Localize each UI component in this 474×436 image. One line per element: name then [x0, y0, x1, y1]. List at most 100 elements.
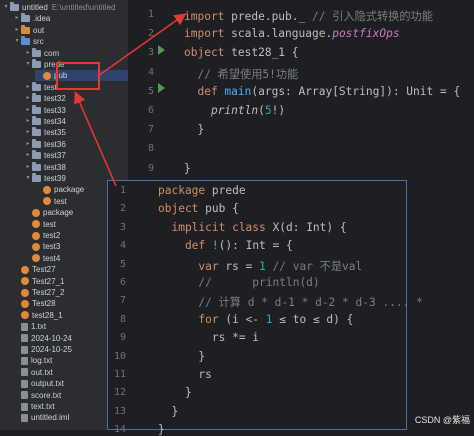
- code-token: // 引入隐式转换的功能: [311, 10, 433, 23]
- tree-item-label: test2: [43, 231, 61, 240]
- code-line[interactable]: var rs = 1 // var 不是val: [158, 258, 362, 274]
- line-number: 1: [147, 9, 154, 20]
- folder-icon: [32, 150, 41, 160]
- code-line[interactable]: def main(args: Array[String]): Unit = {: [184, 85, 460, 98]
- code-token: for: [158, 312, 226, 326]
- run-gutter-icon[interactable]: [158, 83, 165, 93]
- tree-item[interactable]: ▸ test34: [24, 116, 128, 127]
- line-number: 13: [113, 405, 126, 417]
- code-line[interactable]: rs: [158, 368, 211, 381]
- tree-item-label: Test28: [32, 299, 56, 309]
- tree-item-label: test33: [44, 105, 66, 115]
- code-token: X(d: Int) {: [272, 220, 347, 234]
- code-line[interactable]: println(5!): [184, 104, 285, 117]
- code-line[interactable]: object test28_1 {: [184, 46, 299, 59]
- code-token: test28_1 {: [231, 46, 299, 60]
- code-line[interactable]: rs *= i: [158, 331, 259, 344]
- folder-icon: [32, 138, 41, 148]
- code-token: (i <-: [225, 312, 266, 326]
- tree-item-label: Test27_2: [32, 288, 65, 297]
- code-token: (: [258, 104, 265, 117]
- chevron-icon[interactable]: ▸: [13, 25, 21, 36]
- tree-item[interactable]: ▸ test35: [24, 127, 128, 138]
- chevron-icon[interactable]: ▸: [24, 139, 32, 150]
- tree-item[interactable]: ▾ src: [13, 36, 128, 47]
- code-token: rs =: [225, 259, 260, 273]
- code-line[interactable]: }: [158, 350, 205, 363]
- chevron-icon[interactable]: ▾: [13, 36, 21, 47]
- code-line[interactable]: }: [184, 162, 191, 175]
- code-token: }: [184, 161, 191, 175]
- line-number: 8: [147, 143, 154, 155]
- tree-item-label: package: [43, 208, 74, 218]
- run-gutter-icon[interactable]: [158, 45, 165, 55]
- chevron-icon[interactable]: ▸: [24, 82, 32, 93]
- code-token: implicit class: [158, 220, 273, 234]
- scala-object-icon: [32, 231, 40, 240]
- chevron-icon[interactable]: ▸: [24, 162, 32, 173]
- tree-item[interactable]: ▸ .idea: [13, 13, 128, 24]
- code-token: rs *= i: [158, 331, 260, 345]
- code-line[interactable]: implicit class X(d: Int) {: [158, 220, 347, 234]
- chevron-icon[interactable]: ▸: [24, 105, 32, 116]
- code-line[interactable]: // 计算 d * d-1 * d-2 * d-3 .... *: [158, 294, 422, 310]
- code-line[interactable]: }: [184, 123, 204, 136]
- tree-item[interactable]: ▸ test37: [24, 150, 128, 161]
- line-number: 9: [119, 332, 126, 344]
- tree-item[interactable]: ▸ test33: [24, 104, 128, 116]
- tree-item-label: Test27: [32, 265, 56, 275]
- line-number: 7: [119, 295, 126, 307]
- code-line[interactable]: def !(): Int = {: [158, 239, 293, 252]
- code-token: scala.language.: [231, 27, 333, 41]
- code-line[interactable]: import scala.language.postfixOps: [184, 27, 400, 40]
- code-token: println: [210, 104, 259, 117]
- main-editor[interactable]: 1 import prede.pub._ // 引入隐式转换的功能 2 import …: [128, 0, 474, 180]
- chevron-icon[interactable]: ▸: [24, 150, 32, 161]
- chevron-icon[interactable]: ▸: [24, 93, 32, 104]
- line-number: 8: [119, 313, 126, 325]
- tree-item-label: test37: [44, 151, 66, 161]
- tree-item-label: output.txt: [31, 379, 64, 389]
- tree-item-label: test3: [43, 242, 61, 252]
- tree-item[interactable]: ▸ out: [13, 24, 128, 36]
- tree-item-label: 2024-10-24: [31, 333, 72, 343]
- line-number: 10: [113, 350, 126, 362]
- code-token: // 希望使用5!功能: [184, 67, 299, 81]
- code-line[interactable]: // println(d): [158, 276, 319, 289]
- tree-item[interactable]: ▾ untitled E:\untitled\untitled: [2, 2, 128, 13]
- code-line[interactable]: }: [158, 405, 178, 418]
- code-line[interactable]: }: [158, 386, 192, 399]
- chevron-icon[interactable]: ▸: [24, 127, 32, 138]
- chevron-icon[interactable]: ▸: [24, 116, 32, 127]
- tree-item-label: test35: [44, 128, 66, 138]
- code-token: object: [158, 202, 206, 216]
- chevron-icon[interactable]: ▸: [13, 13, 21, 24]
- tree-item-label: out.txt: [31, 367, 53, 377]
- tree-item-label: test: [54, 196, 67, 206]
- folder-icon: [21, 24, 30, 34]
- chevron-icon[interactable]: ▸: [24, 48, 32, 59]
- scala-object-icon: [43, 71, 51, 80]
- chevron-icon[interactable]: ▾: [2, 2, 10, 13]
- code-line[interactable]: for (i <- 1 ≤ to ≤ d) {: [158, 313, 353, 326]
- line-number: 4: [119, 240, 126, 252]
- tree-item[interactable]: ▸ test32: [24, 93, 128, 104]
- tree-item-label: test39: [44, 174, 66, 183]
- tree-item-label: log.txt: [31, 356, 53, 366]
- code-token: pub {: [205, 202, 239, 216]
- chevron-icon[interactable]: ▾: [24, 173, 32, 184]
- line-number: 3: [119, 221, 126, 233]
- pub-source-popup[interactable]: 1 package prede 2 object pub {3 implicit cl…: [107, 180, 423, 436]
- code-token: main: [224, 84, 252, 98]
- chevron-icon[interactable]: ▾: [24, 59, 32, 70]
- tree-item-label: package: [54, 185, 85, 195]
- tree-item[interactable]: ▸ test38: [24, 161, 128, 173]
- code-line[interactable]: package prede: [158, 184, 246, 197]
- tree-item[interactable]: ▸ com: [24, 47, 128, 59]
- code-line[interactable]: // 希望使用5!功能: [184, 66, 298, 82]
- tree-item-label: .idea: [33, 14, 51, 24]
- tree-item[interactable]: ▸ test36: [24, 138, 128, 150]
- code-line[interactable]: object pub {: [158, 202, 239, 215]
- folder-icon: [32, 93, 41, 103]
- code-line[interactable]: import prede.pub._ // 引入隐式转换的功能: [184, 8, 433, 24]
